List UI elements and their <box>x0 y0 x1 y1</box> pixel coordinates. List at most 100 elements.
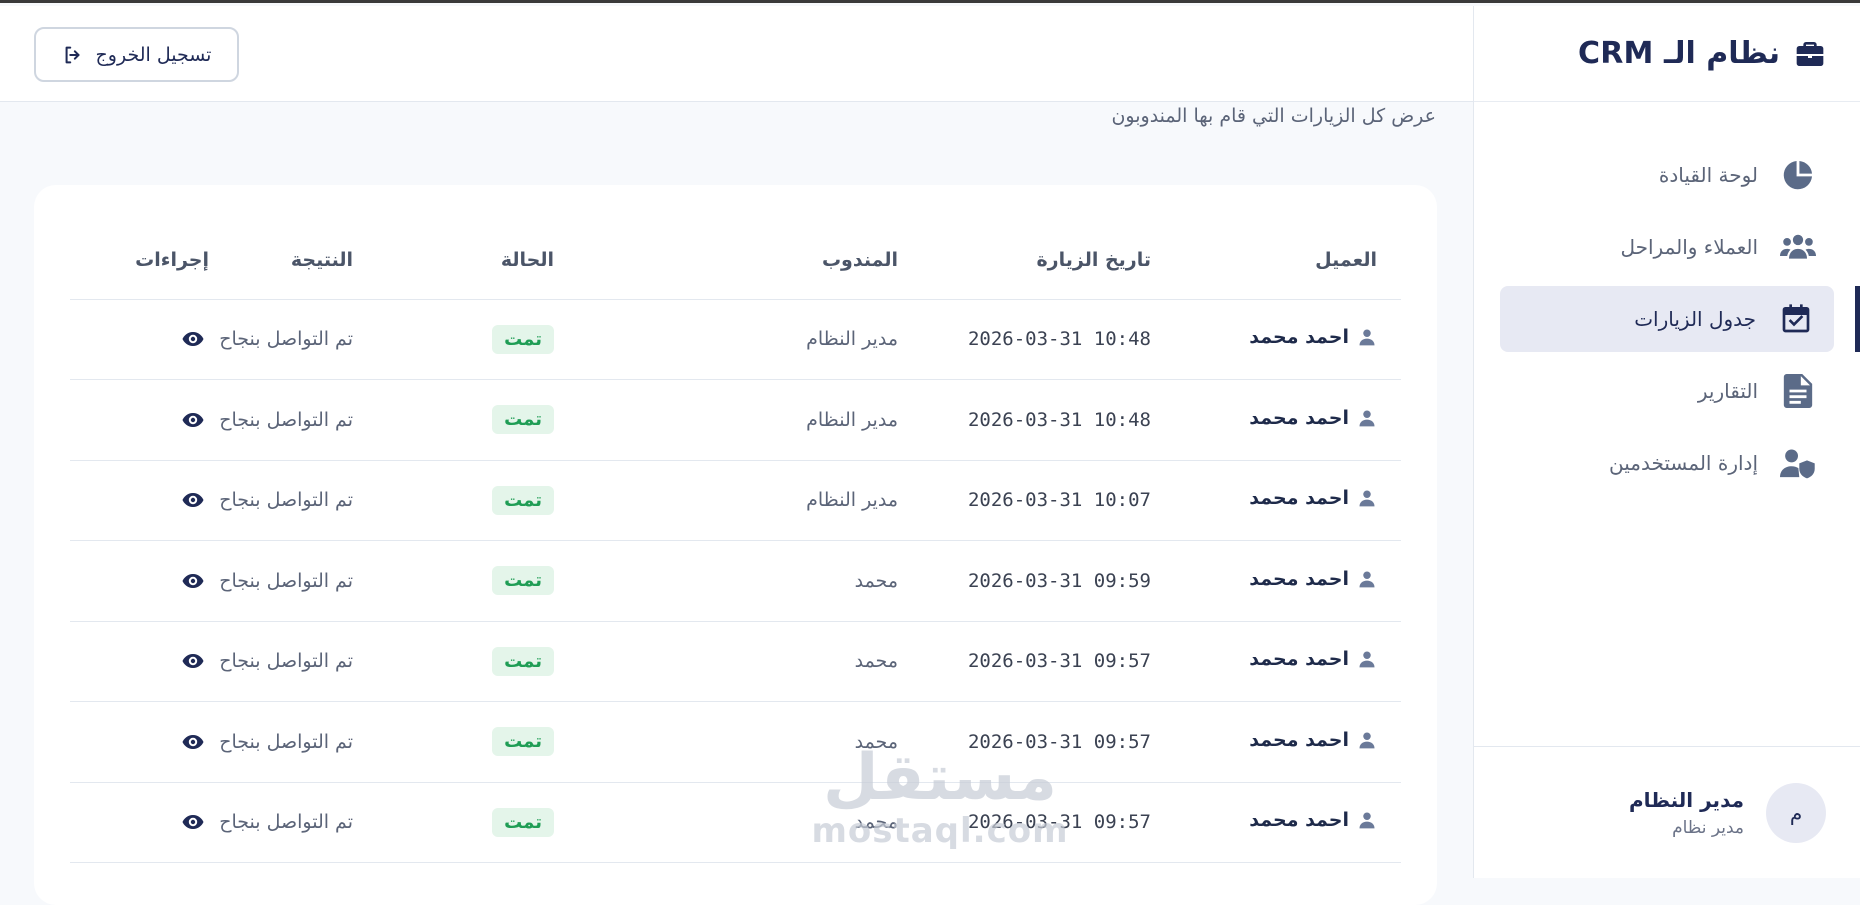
status-badge: تمت <box>492 727 554 756</box>
sidebar-item-label: إدارة المستخدمين <box>1609 451 1758 475</box>
calendar-check-icon <box>1778 301 1814 337</box>
table-header-row: العميل تاريخ الزيارة المندوب الحالة النت… <box>70 221 1401 299</box>
agent-name: محمد <box>554 621 898 702</box>
sidebar: نظام الـ CRM لوحة القيادة العملاء والمرا… <box>1473 6 1860 878</box>
eye-icon[interactable] <box>181 488 205 512</box>
user-name: مدير النظام <box>1629 788 1744 812</box>
result-text: تم التواصل بنجاح <box>209 380 353 461</box>
page-subtitle: عرض كل الزيارات التي قام بها المندوبون <box>1111 105 1436 127</box>
agent-name: محمد <box>554 541 898 622</box>
table-row: احمد محمد 2026-03-31 09:57 محمد تمت تم ا… <box>70 702 1401 783</box>
visit-date: 2026-03-31 09:57 <box>968 650 1151 672</box>
client-name: احمد محمد <box>1249 407 1349 429</box>
sidebar-item-users[interactable]: إدارة المستخدمين <box>1500 430 1836 496</box>
brand-header: نظام الـ CRM <box>1474 6 1860 102</box>
header-status: الحالة <box>353 221 554 299</box>
client-cell: احمد محمد <box>1249 729 1377 751</box>
logout-button[interactable]: تسجيل الخروج <box>34 27 239 82</box>
agent-name: مدير النظام <box>554 460 898 541</box>
table-row: احمد محمد 2026-03-31 09:57 محمد تمت تم ا… <box>70 782 1401 863</box>
app-window: تسجيل الخروج عرض كل الزيارات التي قام به… <box>0 0 1860 875</box>
eye-icon[interactable] <box>181 408 205 432</box>
client-name: احمد محمد <box>1249 809 1349 831</box>
status-badge: تمت <box>492 325 554 354</box>
users-icon <box>1780 229 1816 265</box>
sign-out-icon <box>62 44 84 66</box>
sidebar-item-label: جدول الزيارات <box>1634 307 1756 331</box>
sidebar-nav: لوحة القيادة العملاء والمراحل جدول الزيا… <box>1474 102 1860 496</box>
app-title: نظام الـ CRM <box>1578 36 1780 71</box>
result-text: تم التواصل بنجاح <box>209 460 353 541</box>
sidebar-item-clients[interactable]: العملاء والمراحل <box>1500 214 1836 280</box>
agent-name: محمد <box>554 782 898 863</box>
sidebar-item-reports[interactable]: التقارير <box>1500 358 1836 424</box>
eye-icon[interactable] <box>181 730 205 754</box>
visit-date: 2026-03-31 10:48 <box>968 328 1151 350</box>
visit-date: 2026-03-31 09:59 <box>968 570 1151 592</box>
user-icon <box>1357 408 1377 428</box>
header-agent: المندوب <box>554 221 898 299</box>
agent-name: مدير النظام <box>554 380 898 461</box>
table-row: احمد محمد 2026-03-31 09:59 محمد تمت تم ا… <box>70 541 1401 622</box>
table-row: احمد محمد 2026-03-31 09:57 محمد تمت تم ا… <box>70 621 1401 702</box>
header-client: العميل <box>1151 221 1401 299</box>
client-cell: احمد محمد <box>1249 326 1377 348</box>
status-badge: تمت <box>492 808 554 837</box>
visit-date: 2026-03-31 09:57 <box>968 811 1151 833</box>
result-text: تم التواصل بنجاح <box>209 299 353 380</box>
eye-icon[interactable] <box>181 810 205 834</box>
sidebar-item-label: التقارير <box>1698 379 1758 403</box>
client-cell: احمد محمد <box>1249 568 1377 590</box>
sidebar-item-label: لوحة القيادة <box>1659 163 1758 187</box>
user-shield-icon <box>1780 445 1816 481</box>
client-cell: احمد محمد <box>1249 809 1377 831</box>
sidebar-item-label: العملاء والمراحل <box>1620 235 1758 259</box>
table-row: احمد محمد 2026-03-31 10:07 مدير النظام ت… <box>70 460 1401 541</box>
user-icon <box>1357 649 1377 669</box>
client-name: احمد محمد <box>1249 326 1349 348</box>
eye-icon[interactable] <box>181 327 205 351</box>
briefcase-icon <box>1794 38 1826 70</box>
status-badge: تمت <box>492 405 554 434</box>
user-icon <box>1357 488 1377 508</box>
visits-table: العميل تاريخ الزيارة المندوب الحالة النت… <box>70 221 1401 863</box>
report-icon <box>1780 373 1816 409</box>
sidebar-item-dashboard[interactable]: لوحة القيادة <box>1500 142 1836 208</box>
client-cell: احمد محمد <box>1249 487 1377 509</box>
user-icon <box>1357 327 1377 347</box>
visit-date: 2026-03-31 10:48 <box>968 409 1151 431</box>
sidebar-item-visits[interactable]: جدول الزيارات <box>1500 286 1834 352</box>
header-result: النتيجة <box>209 221 353 299</box>
eye-icon[interactable] <box>181 649 205 673</box>
user-icon <box>1357 810 1377 830</box>
status-badge: تمت <box>492 647 554 676</box>
user-icon <box>1357 569 1377 589</box>
client-name: احمد محمد <box>1249 648 1349 670</box>
logout-label: تسجيل الخروج <box>96 44 212 66</box>
visit-date: 2026-03-31 09:57 <box>968 731 1151 753</box>
result-text: تم التواصل بنجاح <box>209 541 353 622</box>
top-header: تسجيل الخروج <box>0 6 1473 102</box>
status-badge: تمت <box>492 486 554 515</box>
visits-card: العميل تاريخ الزيارة المندوب الحالة النت… <box>34 185 1437 905</box>
current-user[interactable]: م مدير النظام مدير نظام <box>1474 746 1860 878</box>
status-badge: تمت <box>492 566 554 595</box>
result-text: تم التواصل بنجاح <box>209 702 353 783</box>
result-text: تم التواصل بنجاح <box>209 782 353 863</box>
user-role: مدير نظام <box>1629 818 1744 838</box>
table-row: احمد محمد 2026-03-31 10:48 مدير النظام ت… <box>70 380 1401 461</box>
visit-date: 2026-03-31 10:07 <box>968 489 1151 511</box>
result-text: تم التواصل بنجاح <box>209 621 353 702</box>
header-actions: إجراءات <box>70 221 209 299</box>
header-date: تاريخ الزيارة <box>898 221 1151 299</box>
eye-icon[interactable] <box>181 569 205 593</box>
pie-chart-icon <box>1780 157 1816 193</box>
client-cell: احمد محمد <box>1249 648 1377 670</box>
table-row: احمد محمد 2026-03-31 10:48 مدير النظام ت… <box>70 299 1401 380</box>
client-name: احمد محمد <box>1249 487 1349 509</box>
avatar: م <box>1766 783 1826 843</box>
client-name: احمد محمد <box>1249 729 1349 751</box>
user-info: مدير النظام مدير نظام <box>1629 788 1744 838</box>
agent-name: مدير النظام <box>554 299 898 380</box>
user-icon <box>1357 730 1377 750</box>
